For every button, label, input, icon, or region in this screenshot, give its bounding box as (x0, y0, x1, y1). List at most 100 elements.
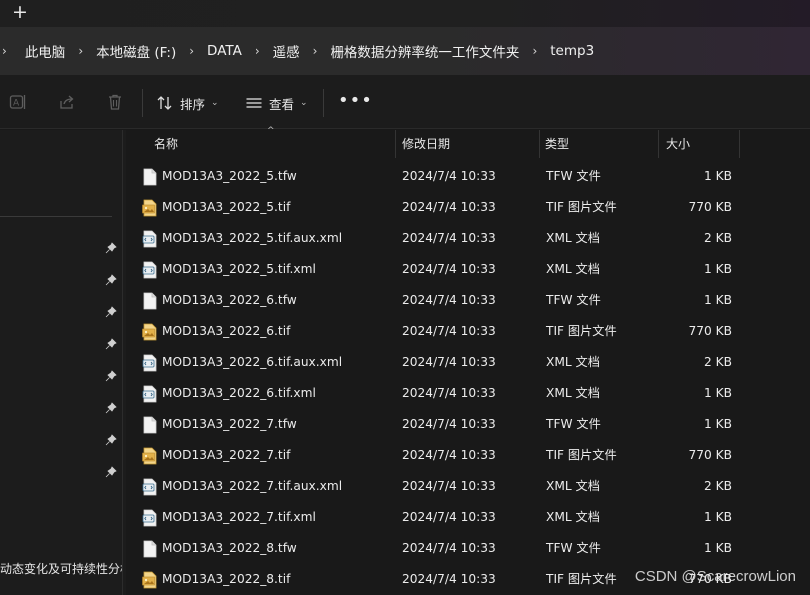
file-size: 1 KB (704, 386, 732, 400)
file-type: TFW 文件 (546, 293, 601, 307)
sort-button[interactable]: 排序 ⌄ (156, 92, 219, 114)
column-header-row: ^ 名称 修改日期 类型 大小 (126, 126, 810, 158)
chevron-right-icon[interactable]: › (304, 44, 327, 58)
file-row[interactable]: MOD13A3_2022_8.tfw 2024/7/4 10:33 TFW 文件 1 … (126, 533, 810, 564)
file-size: 2 KB (704, 355, 732, 369)
column-header-size[interactable]: 大小 (666, 130, 690, 158)
file-size: 1 KB (704, 417, 732, 431)
file-type: TIF 图片文件 (546, 200, 617, 214)
file-modified: 2024/7/4 10:33 (402, 200, 496, 214)
file-modified: 2024/7/4 10:33 (402, 541, 496, 555)
file-modified: 2024/7/4 10:33 (402, 324, 496, 338)
view-icon (246, 98, 262, 108)
delete-icon[interactable] (106, 93, 124, 111)
file-size: 2 KB (704, 479, 732, 493)
file-name: MOD13A3_2022_5.tif.aux.xml (162, 231, 343, 245)
new-tab-button[interactable]: + (10, 2, 30, 22)
more-options-button[interactable]: ••• (338, 92, 373, 110)
file-type: TFW 文件 (546, 169, 601, 183)
file-name: MOD13A3_2022_6.tif.xml (162, 386, 316, 400)
file-size: 1 KB (704, 262, 732, 276)
chevron-right-icon[interactable]: › (246, 44, 269, 58)
file-name: MOD13A3_2022_7.tif.aux.xml (162, 479, 343, 493)
breadcrumb-local-disk[interactable]: 本地磁盘 (F:) (92, 41, 180, 61)
file-row[interactable]: MOD13A3_2022_6.tif.aux.xml 2024/7/4 10:33… (126, 347, 810, 378)
column-divider[interactable] (539, 130, 540, 158)
file-modified: 2024/7/4 10:33 (402, 262, 496, 276)
toolbar-divider (323, 89, 324, 117)
file-row[interactable]: MOD13A3_2022_6.tif 2024/7/4 10:33 TIF 图片文件… (126, 316, 810, 347)
file-size: 1 KB (704, 293, 732, 307)
view-button[interactable]: 查看 ⌄ (245, 92, 308, 114)
chevron-right-icon[interactable]: › (69, 44, 92, 58)
file-row[interactable]: MOD13A3_2022_5.tfw 2024/7/4 10:33 TFW 文件 1 … (126, 161, 810, 192)
file-type: XML 文档 (546, 355, 600, 369)
file-name: MOD13A3_2022_6.tif.aux.xml (162, 355, 343, 369)
pin-icon[interactable] (105, 466, 117, 478)
file-row[interactable]: MOD13A3_2022_7.tif.aux.xml 2024/7/4 10:33… (126, 471, 810, 502)
file-row[interactable]: MOD13A3_2022_5.tif.xml 2024/7/4 10:33 XML … (126, 254, 810, 285)
rename-icon[interactable]: A (9, 93, 27, 111)
pin-icon[interactable] (105, 402, 117, 414)
column-header-name[interactable]: 名称 (154, 130, 178, 158)
column-divider[interactable] (395, 130, 396, 158)
chevron-right-icon[interactable]: › (180, 44, 203, 58)
file-modified: 2024/7/4 10:33 (402, 479, 496, 493)
column-header-modified[interactable]: 修改日期 (402, 130, 450, 158)
pin-icon[interactable] (105, 242, 117, 254)
file-row[interactable]: MOD13A3_2022_7.tfw 2024/7/4 10:33 TFW 文件 1 … (126, 409, 810, 440)
file-type: XML 文档 (546, 386, 600, 400)
svg-text:A: A (13, 99, 20, 109)
breadcrumb-temp3[interactable]: temp3 (546, 43, 598, 59)
file-modified: 2024/7/4 10:33 (402, 510, 496, 524)
column-divider[interactable] (739, 130, 740, 158)
share-icon[interactable] (58, 93, 76, 111)
file-name: MOD13A3_2022_8.tfw (162, 541, 297, 555)
chevron-right-icon[interactable]: › (523, 44, 546, 58)
pin-icon[interactable] (105, 274, 117, 286)
view-label: 查看 (269, 96, 295, 112)
breadcrumb-work-folder[interactable]: 栅格数据分辨率统一工作文件夹 (326, 41, 523, 61)
file-row[interactable]: MOD13A3_2022_7.tif 2024/7/4 10:33 TIF 图片文件… (126, 440, 810, 471)
chevron-right-icon[interactable]: › (0, 44, 21, 58)
file-size: 770 KB (688, 324, 733, 338)
nav-item-folder[interactable]: 动态变化及可持续性分析 (0, 560, 122, 577)
file-modified: 2024/7/4 10:33 (402, 355, 496, 369)
column-header-type[interactable]: 类型 (545, 130, 569, 158)
title-bar: + (0, 0, 810, 27)
file-type: XML 文档 (546, 231, 600, 245)
column-divider[interactable] (658, 130, 659, 158)
pin-icon[interactable] (105, 306, 117, 318)
pin-icon[interactable] (105, 338, 117, 350)
file-type: TFW 文件 (546, 417, 601, 431)
file-size: 1 KB (704, 169, 732, 183)
sort-ascending-icon: ^ (267, 126, 275, 136)
breadcrumb-remote-sensing[interactable]: 遥感 (269, 41, 304, 61)
file-name: MOD13A3_2022_7.tif.xml (162, 510, 316, 524)
chevron-down-icon: ⌄ (211, 98, 219, 108)
file-type: XML 文档 (546, 510, 600, 524)
command-bar: A 排序 ⌄ 查看 ⌄ ••• (0, 75, 810, 129)
file-size: 2 KB (704, 231, 732, 245)
plus-icon: + (12, 1, 28, 23)
file-type: TFW 文件 (546, 541, 601, 555)
pin-icon[interactable] (105, 434, 117, 446)
file-row[interactable]: MOD13A3_2022_6.tfw 2024/7/4 10:33 TFW 文件 1 … (126, 285, 810, 316)
file-row[interactable]: MOD13A3_2022_5.tif 2024/7/4 10:33 TIF 图片文件… (126, 192, 810, 223)
file-size: 1 KB (704, 510, 732, 524)
file-name: MOD13A3_2022_5.tif (162, 200, 291, 214)
file-row[interactable]: MOD13A3_2022_6.tif.xml 2024/7/4 10:33 XML … (126, 378, 810, 409)
file-row[interactable]: MOD13A3_2022_7.tif.xml 2024/7/4 10:33 XML … (126, 502, 810, 533)
breadcrumb-data[interactable]: DATA (203, 43, 246, 59)
breadcrumb-this-pc[interactable]: 此电脑 (21, 41, 70, 61)
nav-divider (0, 216, 112, 217)
pin-icon[interactable] (105, 370, 117, 382)
file-modified: 2024/7/4 10:33 (402, 417, 496, 431)
address-bar[interactable]: › 此电脑 › 本地磁盘 (F:) › DATA › 遥感 › 栅格数据分辨率统… (0, 27, 810, 75)
file-row[interactable]: MOD13A3_2022_5.tif.aux.xml 2024/7/4 10:33… (126, 223, 810, 254)
file-size: 770 KB (688, 448, 733, 462)
file-type: XML 文档 (546, 479, 600, 493)
chevron-down-icon: ⌄ (300, 98, 308, 108)
file-modified: 2024/7/4 10:33 (402, 169, 496, 183)
sort-icon (157, 96, 172, 110)
